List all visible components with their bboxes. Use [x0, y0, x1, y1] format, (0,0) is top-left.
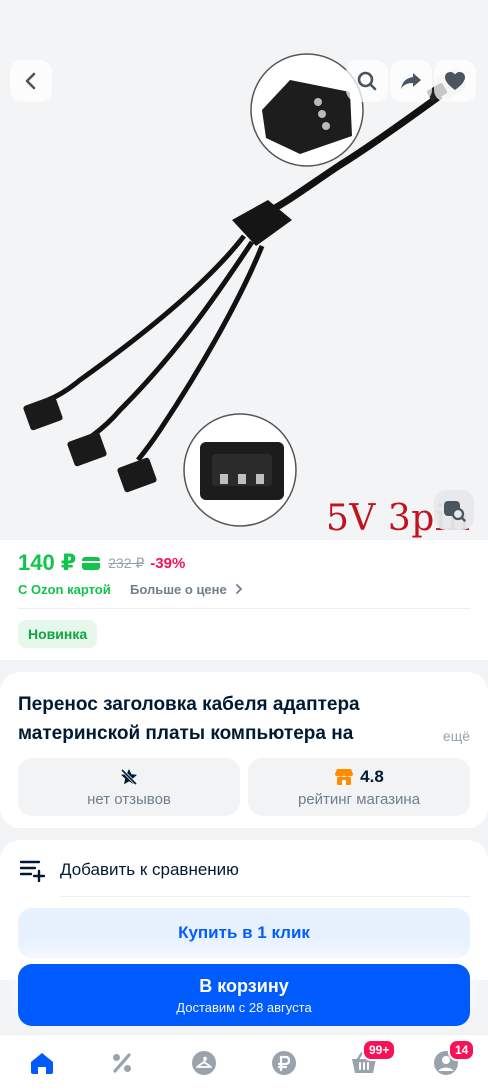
buy-one-click-button[interactable]: Купить в 1 клик	[18, 908, 470, 958]
price-current: 140 ₽	[18, 550, 77, 575]
add-to-compare-label: Добавить к сравнению	[60, 860, 239, 879]
tab-home[interactable]	[28, 1049, 56, 1077]
actions-section: Добавить к сравнению Купить в 1 клик	[0, 840, 488, 980]
product-gallery[interactable]: 5V 3pin	[0, 50, 488, 540]
tab-payments[interactable]	[270, 1049, 298, 1077]
share-button[interactable]	[390, 60, 432, 102]
profile-notifications-badge: 14	[448, 1039, 476, 1061]
store-rating-stat[interactable]: 4.8 рейтинг магазина	[248, 758, 470, 816]
new-badge: Новинка	[18, 620, 98, 648]
add-to-cart-button[interactable]: В корзину Доставим с 28 августа	[18, 964, 470, 1026]
chevron-right-icon	[236, 584, 243, 594]
bottom-tab-bar: 99+ 14	[0, 1034, 488, 1090]
price-old: 232 ₽	[108, 554, 145, 571]
search-icon	[357, 71, 377, 91]
home-icon	[31, 1053, 53, 1074]
more-about-price-link[interactable]: Больше о цене	[130, 582, 244, 597]
image-search-button[interactable]	[434, 490, 474, 530]
favorite-button[interactable]	[434, 60, 476, 102]
divider	[18, 608, 470, 609]
no-reviews-star-icon	[120, 768, 138, 785]
ozon-card-label: С Ozon картой	[18, 582, 111, 597]
product-page: 5V 3pin 140 ₽ 232 ₽ -39% С Ozon картой Б…	[0, 0, 488, 1090]
tab-profile[interactable]: 14	[432, 1039, 476, 1077]
ozon-card-icon	[82, 556, 101, 570]
image-search-icon	[444, 501, 466, 522]
add-to-compare-button[interactable]: Добавить к сравнению	[18, 858, 239, 882]
store-rating-value: 4.8	[360, 766, 384, 786]
title-more-link[interactable]: ещё	[412, 722, 472, 750]
share-icon	[401, 73, 421, 89]
price-row: 140 ₽ 232 ₽ -39%	[18, 550, 185, 576]
reviews-stat[interactable]: нет отзывов	[18, 758, 240, 816]
tab-cart[interactable]: 99+	[350, 1039, 397, 1077]
compare-list-icon	[19, 860, 46, 882]
store-icon	[335, 768, 354, 785]
delivery-date-label: Доставим с 28 августа	[176, 999, 312, 1015]
more-about-price-label: Больше о цене	[130, 582, 227, 597]
percent-icon	[113, 1053, 131, 1073]
price-section: 140 ₽ 232 ₽ -39% С Ozon картой Больше о …	[0, 540, 488, 660]
cart-count-badge: 99+	[362, 1039, 397, 1061]
tab-promotions[interactable]	[108, 1049, 136, 1077]
product-image	[23, 53, 466, 527]
search-button[interactable]	[346, 60, 388, 102]
product-title: Перенос заголовка кабеля адаптера матери…	[18, 694, 360, 744]
add-to-cart-label: В корзину	[199, 975, 289, 996]
ruble-icon	[272, 1051, 296, 1075]
tab-fresh[interactable]	[190, 1049, 218, 1077]
chevron-left-icon	[25, 72, 36, 90]
title-section: Перенос заголовка кабеля адаптера матери…	[0, 672, 488, 828]
divider	[60, 896, 470, 897]
price-discount: -39%	[150, 554, 186, 572]
back-button[interactable]	[10, 60, 52, 102]
store-rating-label: рейтинг магазина	[297, 790, 421, 808]
reviews-label: нет отзывов	[87, 790, 171, 808]
heart-icon	[445, 72, 465, 90]
hanger-icon	[192, 1051, 216, 1075]
